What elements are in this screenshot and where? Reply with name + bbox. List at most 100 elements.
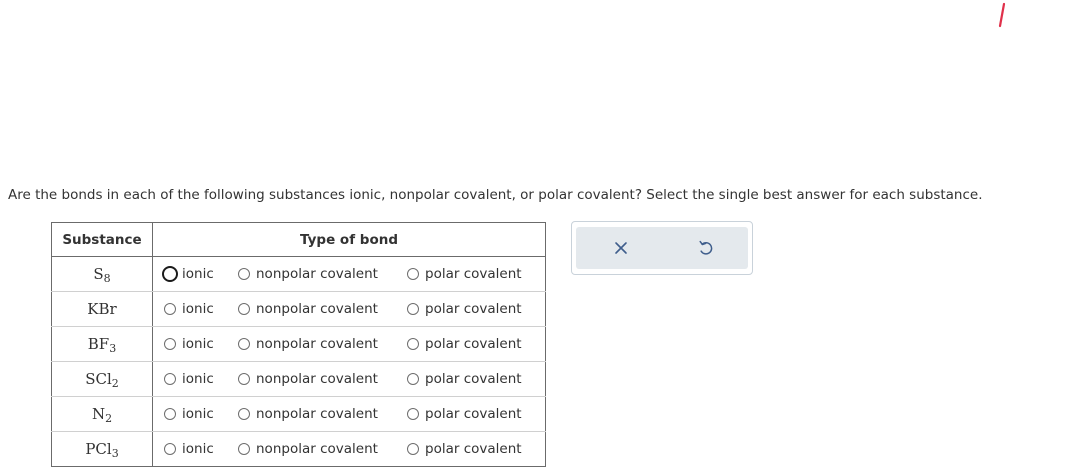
table-row: PCl3 ionic nonpolar covalent polar covalent (51, 431, 546, 467)
table-header-row: Substance Type of bond (51, 222, 546, 257)
option-label: polar covalent (425, 301, 522, 317)
formula-subscript: 3 (109, 342, 117, 355)
undo-icon (699, 240, 713, 255)
option-label: nonpolar covalent (256, 406, 378, 422)
option-nonpolar-covalent[interactable]: nonpolar covalent (238, 406, 407, 422)
option-label: ionic (182, 371, 214, 387)
radio-polar-covalent[interactable] (407, 268, 419, 280)
radio-polar-covalent[interactable] (407, 303, 419, 315)
table-row: N2 ionic nonpolar covalent polar covalent (51, 396, 546, 432)
option-nonpolar-covalent[interactable]: nonpolar covalent (238, 441, 407, 457)
substance-formula: KBr (51, 291, 153, 327)
radio-ionic[interactable] (162, 266, 178, 282)
radio-nonpolar-covalent[interactable] (238, 373, 250, 385)
option-label: nonpolar covalent (256, 336, 378, 352)
option-label: ionic (182, 336, 214, 352)
radio-polar-covalent[interactable] (407, 443, 419, 455)
option-label: ionic (182, 301, 214, 317)
option-label: nonpolar covalent (256, 371, 378, 387)
bond-choices-cell: ionic nonpolar covalent polar covalent (152, 256, 546, 292)
formula-subscript: 2 (105, 412, 113, 425)
option-ionic[interactable]: ionic (164, 371, 238, 387)
substance-formula: N2 (51, 396, 153, 432)
option-label: ionic (182, 441, 214, 457)
radio-nonpolar-covalent[interactable] (238, 338, 250, 350)
table-row: KBr ionic nonpolar covalent polar covalent (51, 291, 546, 327)
option-polar-covalent[interactable]: polar covalent (407, 301, 522, 317)
option-ionic[interactable]: ionic (164, 336, 238, 352)
type-of-bond-header: Type of bond (152, 222, 546, 257)
bond-choices-cell: ionic nonpolar covalent polar covalent (152, 361, 546, 397)
option-ionic[interactable]: ionic (164, 406, 238, 422)
radio-group: ionic nonpolar covalent polar covalent (153, 441, 545, 457)
bond-choices-cell: ionic nonpolar covalent polar covalent (152, 326, 546, 362)
table-row: S8 ionic nonpolar covalent polar covalent (51, 256, 546, 292)
radio-nonpolar-covalent[interactable] (238, 443, 250, 455)
bond-choices-cell: ionic nonpolar covalent polar covalent (153, 432, 546, 467)
option-label: polar covalent (425, 441, 522, 457)
table-row: BF3 ionic nonpolar covalent polar covalent (51, 326, 546, 362)
substance-formula: SCl2 (51, 361, 153, 397)
formula-base: S (93, 265, 104, 283)
radio-nonpolar-covalent[interactable] (238, 268, 250, 280)
option-nonpolar-covalent[interactable]: nonpolar covalent (238, 336, 407, 352)
substance-formula: PCl3 (51, 431, 153, 467)
formula-base: BF (87, 335, 110, 353)
bond-type-table: Substance Type of bond S8 ionic nonpolar c… (51, 222, 546, 467)
option-polar-covalent[interactable]: polar covalent (407, 371, 522, 387)
option-label: nonpolar covalent (256, 266, 378, 282)
formula-subscript: 8 (103, 272, 111, 285)
clear-button[interactable] (611, 238, 631, 258)
formula-subscript: 3 (111, 447, 119, 460)
option-label: nonpolar covalent (256, 441, 378, 457)
option-polar-covalent[interactable]: polar covalent (407, 441, 522, 457)
radio-nonpolar-covalent[interactable] (238, 303, 250, 315)
radio-group: ionic nonpolar covalent polar covalent (153, 406, 545, 422)
option-nonpolar-covalent[interactable]: nonpolar covalent (238, 301, 407, 317)
undo-button[interactable] (696, 238, 716, 258)
substance-formula: S8 (51, 256, 153, 292)
substance-header: Substance (51, 222, 153, 257)
answer-toolbar-panel (576, 227, 748, 269)
table-row: SCl2 ionic nonpolar covalent polar covalent (51, 361, 546, 397)
formula-base: SCl (85, 370, 112, 388)
option-ionic[interactable]: ionic (164, 301, 238, 317)
radio-ionic[interactable] (164, 373, 176, 385)
close-icon (615, 242, 627, 254)
radio-ionic[interactable] (164, 408, 176, 420)
option-label: ionic (182, 266, 214, 282)
option-polar-covalent[interactable]: polar covalent (407, 406, 522, 422)
option-label: ionic (182, 406, 214, 422)
bond-choices-cell: ionic nonpolar covalent polar covalent (152, 396, 546, 432)
substance-formula: BF3 (51, 326, 153, 362)
option-polar-covalent[interactable]: polar covalent (407, 336, 522, 352)
formula-base: PCl (85, 440, 112, 458)
radio-nonpolar-covalent[interactable] (238, 408, 250, 420)
option-ionic[interactable]: ionic (164, 441, 238, 457)
option-nonpolar-covalent[interactable]: nonpolar covalent (238, 371, 407, 387)
bond-choices-cell: ionic nonpolar covalent polar covalent (152, 291, 546, 327)
option-label: nonpolar covalent (256, 301, 378, 317)
radio-group: ionic nonpolar covalent polar covalent (153, 266, 545, 282)
option-label: polar covalent (425, 406, 522, 422)
option-label: polar covalent (425, 266, 522, 282)
formula-base: N (91, 405, 106, 423)
answer-toolbar (571, 221, 753, 275)
question-text: Are the bonds in each of the following s… (8, 187, 983, 203)
radio-group: ionic nonpolar covalent polar covalent (153, 336, 545, 352)
radio-polar-covalent[interactable] (407, 338, 419, 350)
radio-group: ionic nonpolar covalent polar covalent (153, 371, 545, 387)
option-ionic[interactable]: ionic (162, 266, 238, 282)
radio-polar-covalent[interactable] (407, 408, 419, 420)
radio-ionic[interactable] (164, 338, 176, 350)
radio-ionic[interactable] (164, 443, 176, 455)
radio-ionic[interactable] (164, 303, 176, 315)
formula-subscript: 2 (111, 377, 119, 390)
option-label: polar covalent (425, 336, 522, 352)
option-nonpolar-covalent[interactable]: nonpolar covalent (238, 266, 407, 282)
radio-polar-covalent[interactable] (407, 373, 419, 385)
option-polar-covalent[interactable]: polar covalent (407, 266, 522, 282)
pen-mark (998, 2, 1006, 28)
option-label: polar covalent (425, 371, 522, 387)
radio-group: ionic nonpolar covalent polar covalent (153, 301, 545, 317)
